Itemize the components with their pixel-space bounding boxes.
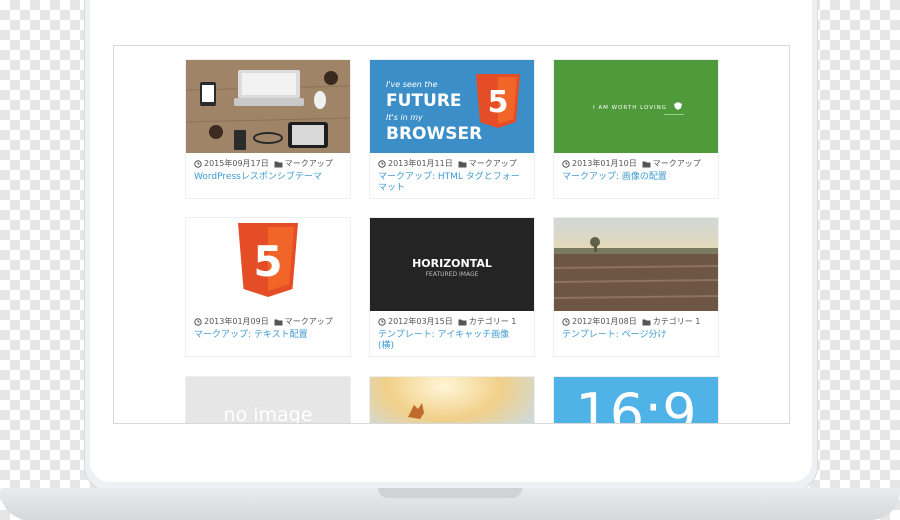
clock-icon: [194, 159, 202, 168]
post-title-link[interactable]: マークアップ: HTML タグとフォーマット: [378, 172, 528, 194]
folder-icon: [274, 161, 283, 167]
green-banner: I AM WORTH LOVING: [554, 60, 718, 153]
folder-icon: [274, 319, 283, 325]
clock-icon: [194, 317, 202, 326]
post-category[interactable]: カテゴリー 1: [469, 316, 517, 327]
banner-text: I AM WORTH LOVING: [593, 105, 667, 111]
post-meta: 2015年09月17日 マークアップ: [194, 158, 333, 169]
laptop-notch: [378, 488, 522, 498]
post-title-link[interactable]: マークアップ: テキスト配置: [194, 330, 344, 341]
post-card[interactable]: [369, 376, 535, 423]
post-card[interactable]: 2012年01月08日 カテゴリー 1 テンプレート: ページ分け: [553, 217, 719, 357]
sixteen-nine: 16:9: [554, 377, 718, 424]
banner-line-1: I've seen the: [386, 80, 438, 89]
post-thumbnail[interactable]: [370, 377, 534, 423]
post-thumbnail[interactable]: [554, 218, 718, 311]
post-category[interactable]: カテゴリー 1: [653, 316, 701, 327]
post-title-link[interactable]: テンプレート: ページ分け: [562, 330, 712, 341]
html5-badge-text: 5: [488, 85, 509, 120]
post-thumbnail[interactable]: 5: [186, 218, 350, 311]
clock-icon: [378, 317, 386, 326]
featured-subtitle: FEATURED IMAGE: [426, 271, 479, 278]
post-thumbnail[interactable]: no image: [186, 377, 350, 424]
post-title-link[interactable]: WordPressレスポンシブテーマ: [194, 172, 344, 183]
horizontal-featured: HORIZONTAL FEATURED IMAGE: [370, 218, 534, 311]
folder-icon: [642, 319, 651, 325]
post-thumbnail[interactable]: 16:9: [554, 377, 718, 424]
post-card[interactable]: 16:9: [553, 376, 719, 424]
post-category[interactable]: マークアップ: [653, 158, 701, 169]
ratio-text: 16:9: [575, 382, 696, 424]
post-date: 2013年01月09日: [204, 317, 269, 326]
post-thumbnail[interactable]: I AM WORTH LOVING: [554, 60, 718, 153]
no-image-placeholder: no image: [186, 377, 350, 424]
folder-icon: [458, 161, 467, 167]
clock-icon: [378, 159, 386, 168]
post-meta: 2013年01月11日 マークアップ: [378, 158, 517, 169]
post-date: 2015年09月17日: [204, 159, 269, 168]
post-card[interactable]: 2015年09月17日 マークアップ WordPressレスポンシブテーマ: [185, 59, 351, 199]
folder-icon: [458, 319, 467, 325]
post-card[interactable]: HORIZONTAL FEATURED IMAGE 2012年03月15日 カテ…: [369, 217, 535, 357]
post-date: 2012年01月08日: [572, 317, 637, 326]
post-card[interactable]: I AM WORTH LOVING 2013年01月10日 マークアップ マーク…: [553, 59, 719, 199]
field-photo: [554, 218, 718, 311]
clock-icon: [562, 317, 570, 326]
post-meta: 2012年01月08日 カテゴリー 1: [562, 316, 700, 327]
post-thumbnail[interactable]: HORIZONTAL FEATURED IMAGE: [370, 218, 534, 311]
post-title-link[interactable]: マークアップ: 画像の配置: [562, 172, 712, 183]
banner-line-2: FUTURE: [386, 91, 462, 111]
folder-icon: [642, 161, 651, 167]
post-date: 2013年01月10日: [572, 159, 637, 168]
post-meta: 2013年01月10日 マークアップ: [562, 158, 701, 169]
post-title-link[interactable]: テンプレート: アイキャッチ画像 (横): [378, 330, 528, 352]
screen: 2015年09月17日 マークアップ WordPressレスポンシブテーマ 5 …: [113, 45, 790, 424]
banner-line-4: BROWSER: [386, 124, 483, 144]
post-category[interactable]: マークアップ: [285, 158, 333, 169]
clock-icon: [562, 159, 570, 168]
post-date: 2013年01月11日: [388, 159, 453, 168]
featured-title: HORIZONTAL: [412, 257, 492, 270]
post-thumbnail[interactable]: 5 I've seen the FUTURE It's in my BROWSE…: [370, 60, 534, 153]
post-category[interactable]: マークアップ: [469, 158, 517, 169]
post-card[interactable]: 5 I've seen the FUTURE It's in my BROWSE…: [369, 59, 535, 199]
banner-line-3: It's in my: [386, 113, 423, 122]
post-card[interactable]: 5 2013年01月09日 マークアップ マークアップ: テキスト配置: [185, 217, 351, 357]
desk-laptop-photo: [186, 60, 350, 153]
no-image-text: no image: [224, 404, 313, 424]
post-category[interactable]: マークアップ: [285, 316, 333, 327]
html5-badge-text: 5: [253, 237, 282, 286]
post-date: 2012年03月15日: [388, 317, 453, 326]
post-meta: 2012年03月15日 カテゴリー 1: [378, 316, 516, 327]
post-meta: 2013年01月09日 マークアップ: [194, 316, 333, 327]
sky-jump-photo: [370, 377, 534, 423]
html5-logo: 5: [186, 218, 350, 311]
post-thumbnail[interactable]: [186, 60, 350, 153]
post-card[interactable]: no image: [185, 376, 351, 424]
